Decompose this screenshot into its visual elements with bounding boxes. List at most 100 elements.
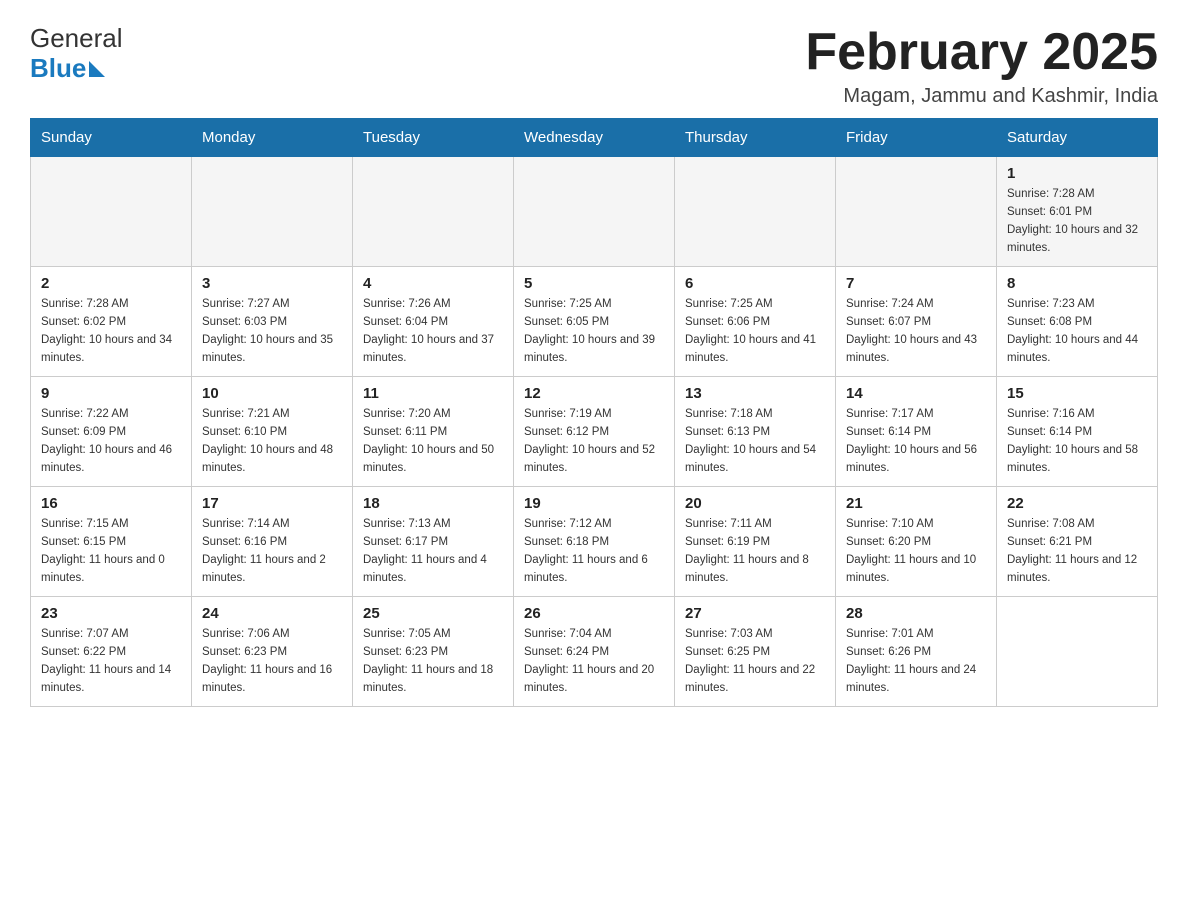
day-number: 8 (1007, 275, 1147, 292)
table-row: 6 Sunrise: 7:25 AMSunset: 6:06 PMDaylight… (675, 267, 836, 377)
table-row: 21 Sunrise: 7:10 AMSunset: 6:20 PMDayligh… (836, 487, 997, 597)
day-info: Sunrise: 7:05 AMSunset: 6:23 PMDaylight:… (363, 626, 503, 697)
day-number: 17 (202, 495, 342, 512)
calendar-week-row: 2 Sunrise: 7:28 AMSunset: 6:02 PMDaylight… (31, 267, 1158, 377)
day-number: 3 (202, 275, 342, 292)
table-row: 22 Sunrise: 7:08 AMSunset: 6:21 PMDayligh… (997, 487, 1158, 597)
logo: General Blue (30, 24, 123, 84)
day-info: Sunrise: 7:03 AMSunset: 6:25 PMDaylight:… (685, 626, 825, 697)
day-number: 5 (524, 275, 664, 292)
day-number: 7 (846, 275, 986, 292)
table-row: 3 Sunrise: 7:27 AMSunset: 6:03 PMDaylight… (192, 267, 353, 377)
table-row: 14 Sunrise: 7:17 AMSunset: 6:14 PMDayligh… (836, 377, 997, 487)
header-saturday: Saturday (997, 119, 1158, 157)
day-number: 10 (202, 385, 342, 402)
calendar-week-row: 9 Sunrise: 7:22 AMSunset: 6:09 PMDaylight… (31, 377, 1158, 487)
day-number: 20 (685, 495, 825, 512)
day-number: 16 (41, 495, 181, 512)
page-header: General Blue February 2025 Magam, Jammu … (30, 24, 1158, 108)
day-info: Sunrise: 7:23 AMSunset: 6:08 PMDaylight:… (1007, 296, 1147, 367)
day-number: 15 (1007, 385, 1147, 402)
header-wednesday: Wednesday (514, 119, 675, 157)
table-row: 19 Sunrise: 7:12 AMSunset: 6:18 PMDayligh… (514, 487, 675, 597)
day-info: Sunrise: 7:22 AMSunset: 6:09 PMDaylight:… (41, 406, 181, 477)
day-info: Sunrise: 7:08 AMSunset: 6:21 PMDaylight:… (1007, 516, 1147, 587)
day-info: Sunrise: 7:19 AMSunset: 6:12 PMDaylight:… (524, 406, 664, 477)
location-text: Magam, Jammu and Kashmir, India (805, 85, 1158, 108)
day-number: 23 (41, 605, 181, 622)
table-row: 18 Sunrise: 7:13 AMSunset: 6:17 PMDayligh… (353, 487, 514, 597)
table-row: 28 Sunrise: 7:01 AMSunset: 6:26 PMDayligh… (836, 597, 997, 707)
day-number: 26 (524, 605, 664, 622)
table-row (997, 597, 1158, 707)
day-number: 25 (363, 605, 503, 622)
logo-triangle-icon (89, 61, 105, 77)
day-info: Sunrise: 7:07 AMSunset: 6:22 PMDaylight:… (41, 626, 181, 697)
day-number: 14 (846, 385, 986, 402)
day-number: 21 (846, 495, 986, 512)
day-info: Sunrise: 7:28 AMSunset: 6:02 PMDaylight:… (41, 296, 181, 367)
table-row: 12 Sunrise: 7:19 AMSunset: 6:12 PMDayligh… (514, 377, 675, 487)
day-info: Sunrise: 7:17 AMSunset: 6:14 PMDaylight:… (846, 406, 986, 477)
table-row (192, 157, 353, 267)
day-info: Sunrise: 7:04 AMSunset: 6:24 PMDaylight:… (524, 626, 664, 697)
day-info: Sunrise: 7:06 AMSunset: 6:23 PMDaylight:… (202, 626, 342, 697)
day-info: Sunrise: 7:18 AMSunset: 6:13 PMDaylight:… (685, 406, 825, 477)
day-info: Sunrise: 7:10 AMSunset: 6:20 PMDaylight:… (846, 516, 986, 587)
day-info: Sunrise: 7:27 AMSunset: 6:03 PMDaylight:… (202, 296, 342, 367)
day-info: Sunrise: 7:13 AMSunset: 6:17 PMDaylight:… (363, 516, 503, 587)
day-number: 1 (1007, 165, 1147, 182)
table-row: 16 Sunrise: 7:15 AMSunset: 6:15 PMDayligh… (31, 487, 192, 597)
header-friday: Friday (836, 119, 997, 157)
day-info: Sunrise: 7:12 AMSunset: 6:18 PMDaylight:… (524, 516, 664, 587)
day-number: 6 (685, 275, 825, 292)
day-number: 28 (846, 605, 986, 622)
day-number: 13 (685, 385, 825, 402)
logo-blue-text: Blue (30, 53, 86, 84)
day-info: Sunrise: 7:20 AMSunset: 6:11 PMDaylight:… (363, 406, 503, 477)
day-number: 27 (685, 605, 825, 622)
day-number: 22 (1007, 495, 1147, 512)
day-info: Sunrise: 7:25 AMSunset: 6:06 PMDaylight:… (685, 296, 825, 367)
logo-general-text: General (30, 24, 123, 53)
calendar-week-row: 23 Sunrise: 7:07 AMSunset: 6:22 PMDayligh… (31, 597, 1158, 707)
table-row: 15 Sunrise: 7:16 AMSunset: 6:14 PMDayligh… (997, 377, 1158, 487)
day-number: 9 (41, 385, 181, 402)
title-section: February 2025 Magam, Jammu and Kashmir, … (805, 24, 1158, 108)
table-row: 2 Sunrise: 7:28 AMSunset: 6:02 PMDaylight… (31, 267, 192, 377)
table-row: 13 Sunrise: 7:18 AMSunset: 6:13 PMDayligh… (675, 377, 836, 487)
day-info: Sunrise: 7:14 AMSunset: 6:16 PMDaylight:… (202, 516, 342, 587)
day-number: 2 (41, 275, 181, 292)
table-row: 23 Sunrise: 7:07 AMSunset: 6:22 PMDayligh… (31, 597, 192, 707)
day-number: 12 (524, 385, 664, 402)
day-info: Sunrise: 7:21 AMSunset: 6:10 PMDaylight:… (202, 406, 342, 477)
header-sunday: Sunday (31, 119, 192, 157)
day-info: Sunrise: 7:01 AMSunset: 6:26 PMDaylight:… (846, 626, 986, 697)
day-number: 18 (363, 495, 503, 512)
calendar-week-row: 16 Sunrise: 7:15 AMSunset: 6:15 PMDayligh… (31, 487, 1158, 597)
calendar-week-row: 1Sunrise: 7:28 AMSunset: 6:01 PMDaylight… (31, 157, 1158, 267)
table-row: 25 Sunrise: 7:05 AMSunset: 6:23 PMDayligh… (353, 597, 514, 707)
table-row: 7Sunrise: 7:24 AMSunset: 6:07 PMDaylight… (836, 267, 997, 377)
table-row (675, 157, 836, 267)
table-row: 26 Sunrise: 7:04 AMSunset: 6:24 PMDayligh… (514, 597, 675, 707)
month-title: February 2025 (805, 24, 1158, 81)
header-tuesday: Tuesday (353, 119, 514, 157)
table-row (31, 157, 192, 267)
day-number: 24 (202, 605, 342, 622)
table-row: 1Sunrise: 7:28 AMSunset: 6:01 PMDaylight… (997, 157, 1158, 267)
table-row: 17 Sunrise: 7:14 AMSunset: 6:16 PMDayligh… (192, 487, 353, 597)
day-info: Sunrise: 7:15 AMSunset: 6:15 PMDaylight:… (41, 516, 181, 587)
table-row (514, 157, 675, 267)
day-info: Sunrise: 7:16 AMSunset: 6:14 PMDaylight:… (1007, 406, 1147, 477)
day-info: Sunrise: 7:11 AMSunset: 6:19 PMDaylight:… (685, 516, 825, 587)
header-monday: Monday (192, 119, 353, 157)
table-row: 27 Sunrise: 7:03 AMSunset: 6:25 PMDayligh… (675, 597, 836, 707)
table-row (353, 157, 514, 267)
calendar-header-row: Sunday Monday Tuesday Wednesday Thursday… (31, 119, 1158, 157)
table-row (836, 157, 997, 267)
table-row: 4Sunrise: 7:26 AMSunset: 6:04 PMDaylight… (353, 267, 514, 377)
day-info: Sunrise: 7:25 AMSunset: 6:05 PMDaylight:… (524, 296, 664, 367)
day-number: 19 (524, 495, 664, 512)
header-thursday: Thursday (675, 119, 836, 157)
